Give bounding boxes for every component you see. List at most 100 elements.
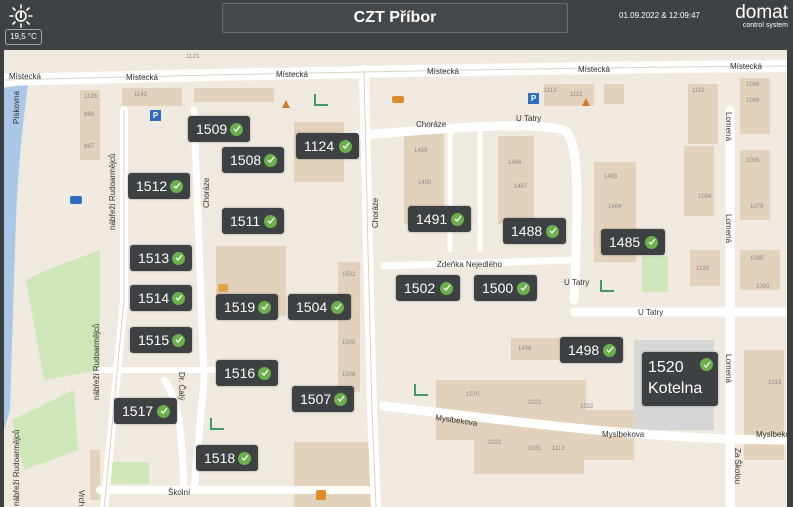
substation-tile[interactable]: 1504 <box>288 294 351 320</box>
shop-icon[interactable] <box>392 96 404 103</box>
ok-check-icon <box>264 214 277 228</box>
playground-icon[interactable] <box>314 94 328 106</box>
substation-tile[interactable]: 1485 <box>601 229 665 255</box>
ok-check-icon <box>238 451 251 465</box>
ok-check-icon <box>331 300 344 314</box>
building-number: 868 <box>84 112 95 118</box>
substation-tile[interactable]: 1513 <box>130 245 192 271</box>
monument-icon[interactable] <box>582 98 590 106</box>
substation-label: 1504 <box>296 299 328 315</box>
street-label: Vrch <box>77 490 86 507</box>
street-label: nábřeží Rudoarmějců <box>12 429 21 506</box>
ok-check-icon <box>230 122 243 136</box>
monument-icon[interactable] <box>282 100 290 108</box>
ok-check-icon <box>170 179 183 193</box>
substation-tile[interactable]: 1514 <box>130 285 192 311</box>
substation-tile[interactable]: 1512 <box>128 173 190 199</box>
building-number: 1126 <box>84 94 97 100</box>
ok-check-icon <box>603 343 616 357</box>
substation-tile[interactable]: 1500 <box>474 275 537 301</box>
ok-check-icon <box>517 281 530 295</box>
building-number: 1484 <box>608 204 622 210</box>
datetime-readout: 01.09.2022 & 12:09:47 <box>619 11 700 20</box>
substation-tile[interactable]: 1509 <box>188 116 250 142</box>
substation-tile[interactable]: 1491 <box>408 206 471 232</box>
boiler-house-tile[interactable]: 1520 Kotelna <box>642 352 718 406</box>
building-number: 1110 <box>692 88 705 94</box>
building-number: 1483 <box>604 174 618 180</box>
building-number: 1022 <box>488 440 502 446</box>
substation-label: 1515 <box>138 332 170 348</box>
substation-tile[interactable]: 1519 <box>216 294 278 320</box>
street-label: Za Školou <box>733 448 742 485</box>
brand-logo: domat <box>735 2 788 23</box>
playground-icon[interactable] <box>600 280 614 292</box>
substation-label: 1513 <box>138 250 170 266</box>
building-number: 1113 <box>544 88 557 94</box>
boiler-number: 1520 <box>648 359 684 376</box>
street-label: Místecká <box>276 70 309 79</box>
substation-tile[interactable]: 1511 <box>222 208 284 234</box>
building-number: 1143 <box>134 92 147 98</box>
ok-check-icon <box>440 281 453 295</box>
building-number: 1098 <box>746 82 760 88</box>
building-number: 1094 <box>698 194 712 200</box>
shop-icon[interactable] <box>316 490 326 500</box>
substation-tile[interactable]: 1488 <box>503 218 566 244</box>
sun-thermometer-icon[interactable] <box>8 4 36 28</box>
substation-label: 1508 <box>230 152 262 168</box>
ok-check-icon <box>546 224 559 238</box>
ok-check-icon <box>264 153 277 167</box>
building-number: 1496 <box>518 346 532 352</box>
substation-tile[interactable]: 1502 <box>396 275 460 301</box>
parking-icon[interactable]: P <box>150 110 161 121</box>
site-map: Místecká Místecká Místecká Místecká Míst… <box>4 50 787 507</box>
substation-tile[interactable]: 1498 <box>560 337 623 363</box>
brand-tagline: control system <box>742 22 788 29</box>
street-label: Choráze <box>416 120 447 129</box>
building-number: 867 <box>84 144 95 150</box>
substation-label: 1502 <box>404 280 436 296</box>
parking-icon[interactable]: P <box>528 93 539 104</box>
street-label: Místecká <box>126 73 159 82</box>
street-label: Myslbekova <box>602 430 645 439</box>
building-number: 1502 <box>342 272 356 278</box>
building-number: 1123 <box>186 54 199 60</box>
substation-label: 1518 <box>204 450 236 466</box>
ok-check-icon <box>172 333 185 347</box>
outdoor-temperature: 19,5 °C <box>5 29 42 45</box>
shop-icon[interactable] <box>218 284 228 292</box>
substation-label: 1498 <box>568 342 600 358</box>
substation-label: 1500 <box>482 280 514 296</box>
playground-icon[interactable] <box>210 418 224 430</box>
substation-label: 1507 <box>300 391 332 407</box>
substation-tile[interactable]: 1516 <box>216 360 278 386</box>
street-label: nábřeží Rudoarmějců <box>92 323 101 400</box>
substation-tile[interactable]: 1517 <box>114 398 177 424</box>
building-number: 1031 <box>528 446 542 452</box>
substation-tile[interactable]: 1124 <box>296 133 359 159</box>
street-label: Místecká <box>427 67 460 76</box>
substation-tile[interactable]: 1508 <box>222 147 284 173</box>
substation-label: 1509 <box>196 121 228 137</box>
building-number: 1506 <box>342 372 356 378</box>
street-label: Místecká <box>730 62 763 71</box>
street-label: Lomená <box>724 214 733 243</box>
street-label: Zdeňka Nejedlého <box>437 260 502 269</box>
substation-tile[interactable]: 1507 <box>292 386 354 412</box>
substation-label: 1488 <box>511 223 543 239</box>
ok-check-icon <box>700 358 713 371</box>
building-number: 1099 <box>746 98 760 104</box>
substation-label: 1512 <box>136 178 168 194</box>
building-number: 1128 <box>696 266 709 272</box>
street-label: Školní <box>168 488 191 497</box>
building-number: 1112 <box>570 92 583 98</box>
ok-check-icon <box>258 300 271 314</box>
substation-tile[interactable]: 1518 <box>196 445 258 471</box>
building-number: 1090 <box>756 284 770 290</box>
bus-stop-icon[interactable] <box>70 196 82 204</box>
playground-icon[interactable] <box>414 384 428 396</box>
title-bar: CZT Příbor <box>222 3 568 33</box>
substation-tile[interactable]: 1515 <box>130 327 192 353</box>
building-number: 1095 <box>746 158 760 164</box>
